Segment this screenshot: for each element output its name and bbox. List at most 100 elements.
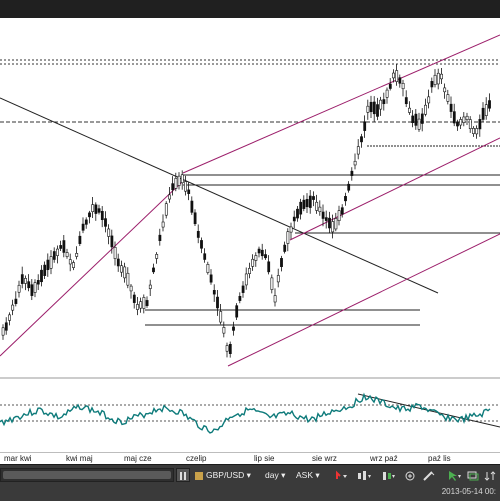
candle-body	[436, 72, 440, 85]
candle-body	[273, 295, 277, 303]
candle-body	[417, 118, 421, 130]
channel-lower-line[interactable]	[227, 233, 500, 367]
price-chart[interactable]	[0, 18, 500, 452]
candle-body	[283, 244, 287, 252]
candle-body	[152, 267, 155, 273]
candle-body	[241, 285, 245, 293]
candle-body	[177, 175, 181, 186]
candle-body	[312, 196, 315, 200]
candle-body	[420, 113, 424, 124]
candle-body	[155, 254, 159, 259]
candle-body	[404, 97, 408, 105]
candle-body	[59, 245, 63, 249]
candle-body	[193, 212, 197, 225]
candle-body	[62, 240, 66, 253]
candle-body	[254, 255, 258, 261]
chart-canvas[interactable]	[0, 18, 500, 452]
candle-body	[286, 231, 290, 244]
chart-type-icon[interactable]	[356, 468, 372, 482]
drawing-tools-icon[interactable]	[422, 468, 436, 482]
candle-body	[478, 119, 482, 130]
candle-body	[440, 73, 443, 80]
candle-body	[328, 217, 331, 229]
candle-body	[468, 119, 472, 129]
candle-body	[331, 221, 335, 233]
candle-body	[465, 115, 469, 120]
price-side-select[interactable]: ASK ▾	[296, 468, 320, 482]
candle-body	[139, 301, 143, 309]
candle-body	[459, 119, 463, 126]
candle-style-icon[interactable]	[380, 468, 396, 482]
candle-body	[449, 103, 453, 112]
cursor-tool-icon[interactable]	[446, 468, 462, 482]
candle-body	[318, 206, 322, 213]
candle-body	[443, 87, 447, 93]
candle-body	[280, 258, 283, 267]
candle-body	[68, 259, 72, 265]
candle-body	[222, 327, 226, 334]
zoom-in-icon[interactable]	[404, 468, 418, 482]
candle-body	[184, 181, 187, 192]
candle-body	[212, 290, 216, 295]
candle-body	[158, 234, 162, 241]
candle-body	[264, 254, 267, 259]
candle-body	[276, 275, 280, 283]
candle-body	[456, 121, 459, 127]
candle-body	[136, 304, 139, 310]
chart-scrollbar[interactable]	[0, 468, 174, 482]
candle-body	[363, 121, 367, 131]
candle-body	[94, 204, 98, 214]
chevron-down-icon: ▾	[246, 470, 251, 480]
candle-body	[462, 116, 466, 123]
indicator-tool-icon[interactable]	[334, 468, 350, 482]
candle-body	[129, 285, 133, 292]
candle-body	[408, 107, 411, 113]
candle-body	[126, 272, 130, 286]
candle-body	[107, 228, 111, 237]
candle-body	[113, 247, 117, 259]
candle-body	[350, 170, 354, 176]
layers-icon[interactable]	[466, 468, 480, 482]
scrollbar-thumb[interactable]	[3, 471, 171, 479]
candle-body	[209, 274, 213, 283]
candle-body	[123, 266, 127, 279]
candle-body	[299, 201, 303, 215]
channel-middle-line[interactable]	[289, 137, 500, 241]
candle-body	[372, 101, 376, 115]
candle-body	[132, 294, 136, 303]
candle-body	[484, 104, 488, 116]
downtrend-line[interactable]	[0, 97, 439, 294]
candle-body	[84, 219, 88, 225]
candle-body	[395, 70, 399, 82]
pause-button[interactable]	[176, 468, 190, 482]
candle-body	[324, 217, 328, 221]
candle-body	[251, 258, 255, 267]
candle-body	[200, 240, 203, 249]
candle-body	[78, 235, 82, 244]
sort-tool-icon[interactable]	[484, 468, 498, 482]
candle-body	[110, 235, 114, 248]
candle-body	[116, 258, 120, 267]
candle-body	[267, 261, 271, 273]
timeframe-select[interactable]: day ▾	[265, 468, 285, 482]
candle-body	[382, 99, 386, 105]
candle-body	[174, 177, 178, 189]
candle-body	[56, 248, 59, 256]
candle-body	[52, 251, 56, 260]
candle-body	[248, 268, 251, 274]
candle-body	[369, 101, 373, 113]
bottom-toolbar: GBP/USD ▾ day ▾ ASK ▾ 2013-05-14 00:	[0, 464, 500, 501]
timeframe-label: day	[265, 470, 279, 480]
symbol-select[interactable]: GBP/USD ▾	[206, 468, 251, 482]
candle-body	[424, 104, 427, 115]
candle-body	[398, 77, 402, 84]
candle-body	[366, 105, 370, 113]
candle-body	[36, 280, 40, 285]
candle-body	[203, 253, 207, 260]
price-side-label: ASK	[296, 470, 314, 480]
candle-body	[145, 300, 149, 306]
candle-body	[401, 82, 405, 90]
candle-body	[97, 208, 101, 213]
candle-body	[232, 326, 235, 331]
candle-body	[17, 284, 21, 293]
